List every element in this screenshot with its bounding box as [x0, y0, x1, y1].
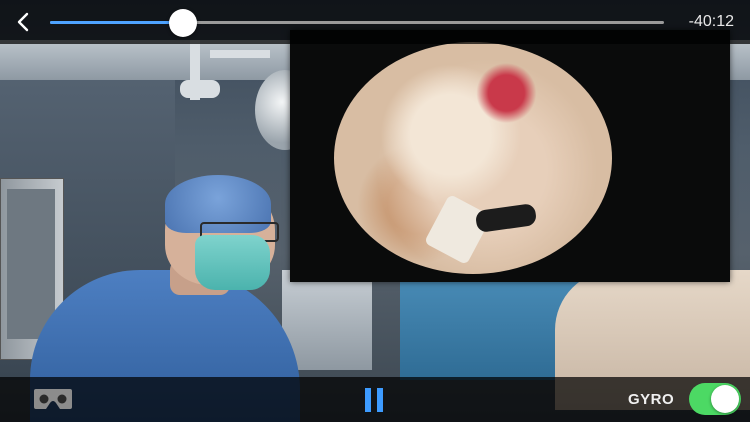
video-viewport[interactable]: -40:12 GYRO	[0, 0, 750, 422]
gyro-label: GYRO	[628, 391, 675, 408]
seek-progress	[50, 21, 183, 24]
toggle-knob	[711, 385, 739, 413]
back-button[interactable]	[10, 8, 36, 36]
vr-headset-icon	[34, 389, 72, 409]
equipment-cart	[282, 270, 372, 370]
chevron-left-icon	[17, 12, 29, 32]
seek-thumb[interactable]	[168, 9, 197, 37]
endoscope-monitor	[290, 30, 730, 282]
time-remaining: -40:12	[688, 13, 734, 30]
pause-button[interactable]	[361, 385, 389, 415]
gyro-toggle[interactable]	[689, 383, 741, 415]
pause-icon	[365, 388, 383, 412]
endoscope-view	[334, 42, 612, 274]
instrument-head	[474, 202, 538, 234]
vr-mode-button[interactable]	[32, 385, 74, 413]
top-bar: -40:12	[0, 0, 750, 44]
seek-bar[interactable]	[50, 9, 664, 37]
bottom-bar: GYRO	[0, 377, 750, 422]
surgeon-mask	[195, 235, 270, 290]
